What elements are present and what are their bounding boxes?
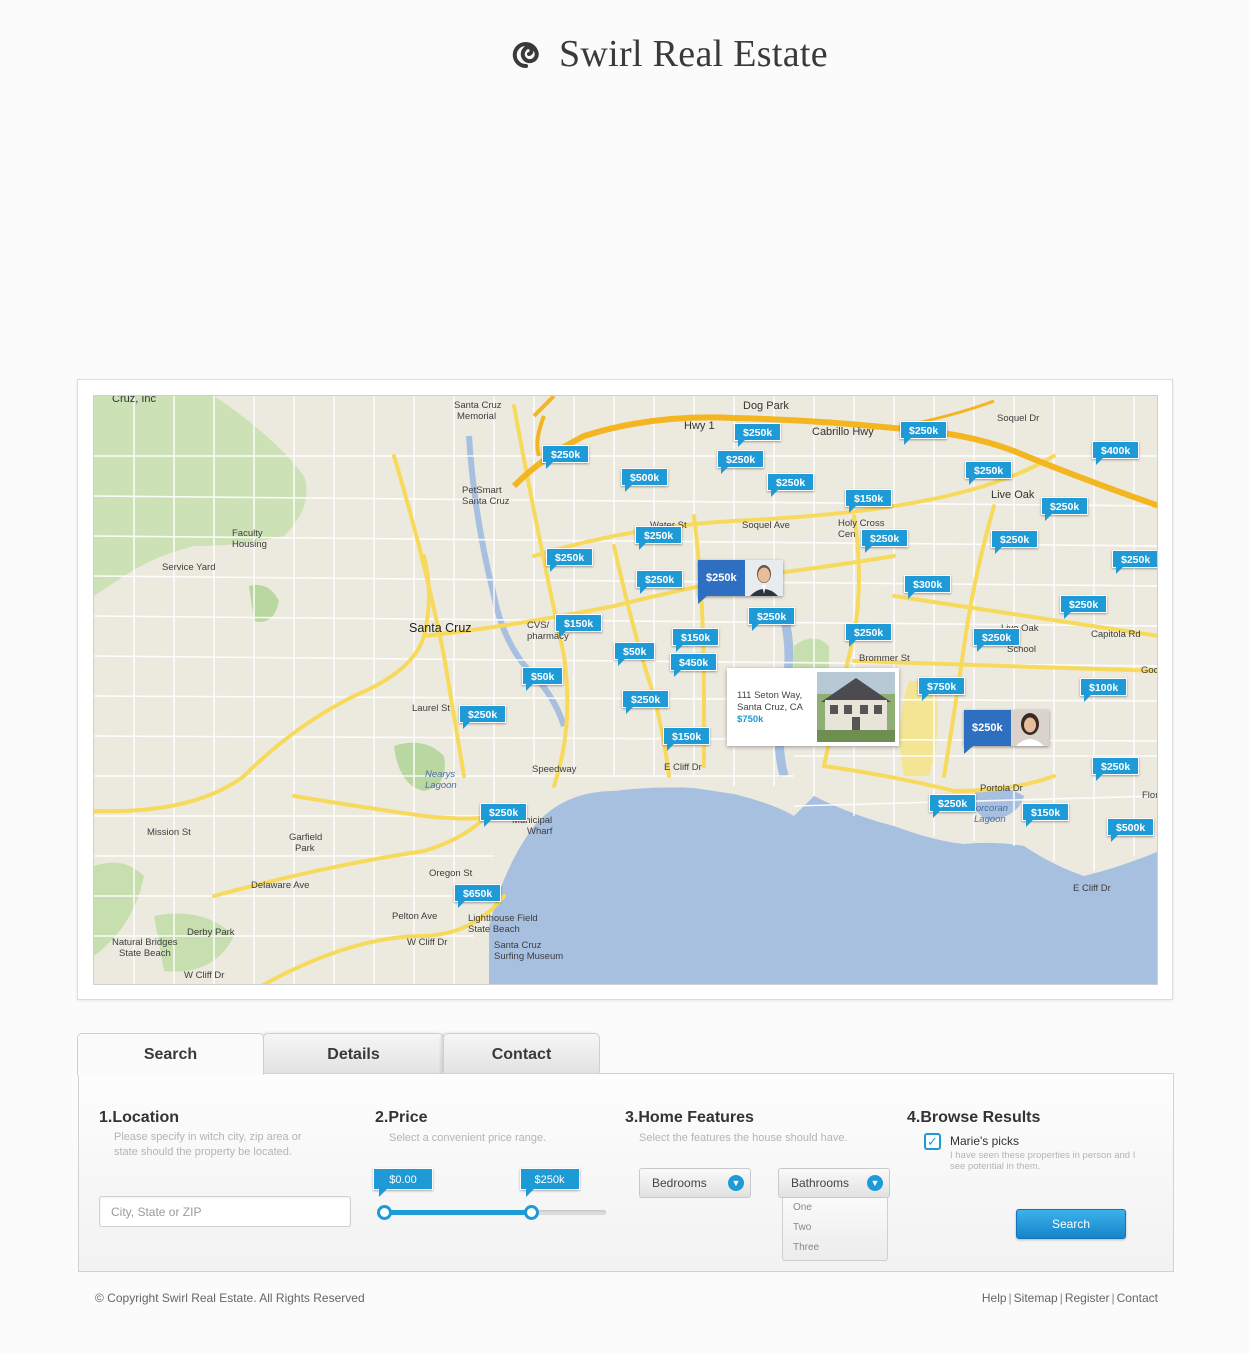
property-map[interactable]: Cruz, Inc Santa Cruz Memorial Dog Park Hwy 1…	[93, 395, 1158, 985]
browse-title: 4.Browse Results	[907, 1109, 1041, 1126]
price-min-label: $0.00	[373, 1168, 433, 1197]
copyright: © Copyright Swirl Real Estate. All Right…	[95, 1291, 365, 1305]
maries-picks-hint: I have seen these properties in person a…	[950, 1150, 1136, 1172]
bathrooms-options: One Two Three	[782, 1198, 888, 1261]
price-range-fill	[384, 1210, 531, 1215]
price-pin[interactable]: $250k	[480, 803, 528, 827]
price-pin[interactable]: $250k	[973, 628, 1021, 652]
bathrooms-select-value: Bathrooms	[791, 1176, 850, 1190]
price-pin[interactable]: $250k	[1092, 757, 1140, 781]
price-range-slider[interactable]: $0.00 $250k	[373, 1168, 606, 1220]
price-pin[interactable]: $250k	[636, 570, 684, 594]
features-hint: Select the features the house should hav…	[639, 1132, 848, 1144]
price-pin[interactable]: $250k	[1112, 550, 1157, 574]
price-pin[interactable]: $750k	[918, 677, 966, 701]
location-hint: Please specify in witch city, zip area o…	[114, 1131, 302, 1158]
chevron-down-icon: ▼	[867, 1175, 883, 1191]
price-pin[interactable]: $250k	[459, 705, 507, 729]
price-title: 2.Price	[375, 1109, 428, 1126]
chevron-down-icon: ▼	[728, 1175, 744, 1191]
price-pin[interactable]: $250k	[845, 623, 893, 647]
checkmark-icon: ✓	[927, 1134, 938, 1149]
agent-pin-price: $250k	[964, 710, 1011, 746]
male-agent-photo	[744, 560, 783, 596]
price-pin[interactable]: $250k	[717, 450, 765, 474]
price-pin[interactable]: $250k	[900, 421, 948, 445]
price-pin[interactable]: $300k	[904, 575, 952, 599]
footer-link-sitemap[interactable]: Sitemap	[1014, 1291, 1058, 1305]
price-pin[interactable]: $250k	[1041, 497, 1089, 521]
price-pin[interactable]: $250k	[991, 530, 1039, 554]
price-pin[interactable]: $250k	[1060, 595, 1108, 619]
price-pin[interactable]: $150k	[672, 628, 720, 652]
price-pin[interactable]: $250k	[861, 529, 909, 553]
price-pin[interactable]: $150k	[1022, 803, 1070, 827]
site-title: Swirl Real Estate	[559, 33, 828, 75]
price-pin[interactable]: $150k	[555, 614, 603, 638]
bathroom-option-one[interactable]: One	[783, 1198, 887, 1218]
location-title: 1.Location	[99, 1109, 180, 1126]
bathrooms-select[interactable]: Bathrooms ▼	[778, 1168, 890, 1198]
tab-search[interactable]: Search	[77, 1033, 264, 1075]
price-pin[interactable]: $50k	[522, 667, 564, 691]
footer-link-contact[interactable]: Contact	[1117, 1291, 1158, 1305]
price-pin[interactable]: $500k	[1107, 818, 1155, 842]
site-logo[interactable]: Swirl Real Estate	[505, 30, 828, 78]
price-pin[interactable]: $250k	[546, 548, 594, 572]
price-max-handle[interactable]: $250k	[519, 1168, 580, 1220]
footer-link-register[interactable]: Register	[1065, 1291, 1110, 1305]
price-pin[interactable]: $500k	[621, 468, 669, 492]
search-panel: 1.Location Please specify in witch city,…	[78, 1073, 1174, 1272]
tab-details[interactable]: Details	[263, 1033, 444, 1074]
price-pin[interactable]: $400k	[1092, 441, 1140, 465]
footer-links: Help | Sitemap | Register | Contact	[981, 1291, 1158, 1305]
price-pin[interactable]: $50k	[614, 642, 656, 666]
map-frame: Cruz, Inc Santa Cruz Memorial Dog Park Hwy 1…	[77, 379, 1173, 1000]
footer-link-help[interactable]: Help	[982, 1291, 1007, 1305]
price-pin[interactable]: $250k	[734, 423, 782, 447]
price-pin[interactable]: $250k	[542, 445, 590, 469]
maries-picks-label: Marie's picks	[950, 1134, 1019, 1148]
house-photo	[817, 672, 895, 742]
tab-contact[interactable]: Contact	[443, 1033, 600, 1074]
female-agent-photo	[1010, 710, 1049, 746]
price-pin[interactable]: $650k	[454, 884, 502, 908]
price-pin[interactable]: $250k	[767, 473, 815, 497]
price-pin[interactable]: $450k	[670, 653, 718, 677]
price-pin[interactable]: $250k	[929, 794, 977, 818]
popup-price: $750k	[737, 714, 764, 725]
swirl-logo-icon	[512, 42, 539, 69]
property-popup[interactable]: 111 Seton Way, Santa Cruz, CA $750k	[727, 668, 899, 746]
popup-address-line2: Santa Cruz, CA	[737, 702, 803, 713]
location-input[interactable]	[99, 1196, 351, 1227]
agent-price-pin[interactable]: $250k	[964, 710, 1049, 754]
agent-price-pin[interactable]: $250k	[698, 560, 783, 604]
price-pin[interactable]: $150k	[845, 489, 893, 513]
agent-pin-price: $250k	[698, 560, 745, 596]
price-pin[interactable]: $250k	[635, 526, 683, 550]
features-title: 3.Home Features	[625, 1109, 754, 1126]
price-min-handle[interactable]: $0.00	[373, 1168, 433, 1220]
price-pin[interactable]: $250k	[965, 461, 1013, 485]
bedrooms-select-value: Bedrooms	[652, 1176, 707, 1190]
price-pin[interactable]: $250k	[748, 607, 796, 631]
bedrooms-select[interactable]: Bedrooms ▼	[639, 1168, 751, 1198]
maries-picks-checkbox[interactable]: ✓	[924, 1133, 941, 1150]
search-button[interactable]: Search	[1016, 1209, 1126, 1239]
price-hint: Select a convenient price range.	[389, 1132, 547, 1144]
price-max-label: $250k	[519, 1168, 580, 1197]
price-pin[interactable]: $250k	[622, 690, 670, 714]
bathroom-option-three[interactable]: Three	[783, 1238, 887, 1258]
price-pin[interactable]: $100k	[1080, 678, 1128, 702]
popup-address: 111 Seton Way, Santa Cruz, CA $750k	[737, 690, 803, 726]
bathroom-option-two[interactable]: Two	[783, 1218, 887, 1238]
popup-address-line1: 111 Seton Way,	[737, 690, 803, 701]
price-pin[interactable]: $150k	[663, 727, 711, 751]
